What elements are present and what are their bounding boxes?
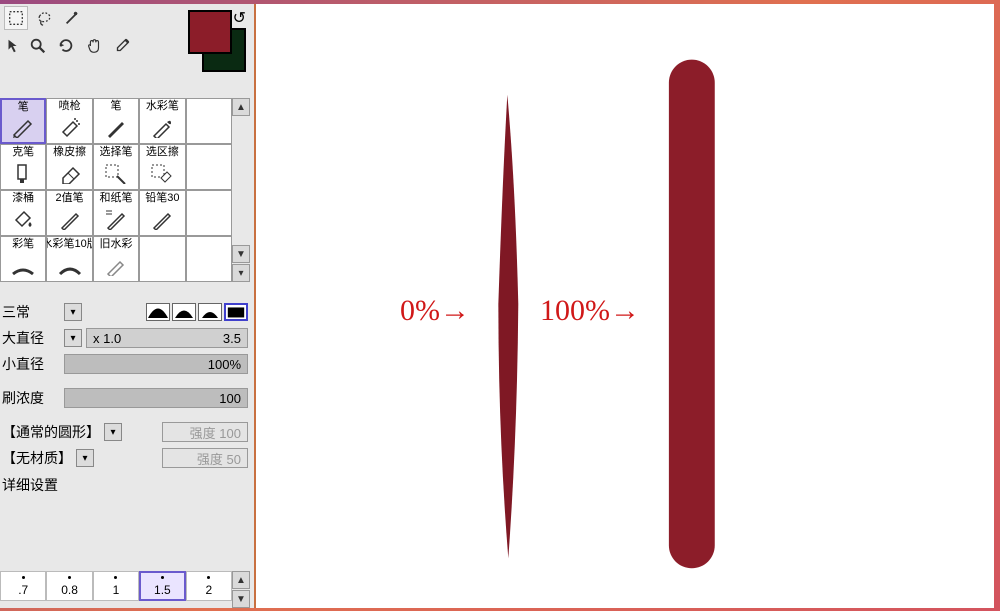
binary-icon [57,204,83,234]
zoom-icon[interactable] [26,34,50,58]
density-slider[interactable]: 100 [64,388,248,408]
colorpen-icon [10,250,36,280]
eyedropper-icon[interactable] [110,34,134,58]
water10-icon [57,250,83,280]
curve-flat-icon[interactable] [224,303,248,321]
marker-icon [10,158,36,188]
curve-mid-icon[interactable] [172,303,196,321]
rotate-icon[interactable] [54,34,78,58]
brush-waterbrush[interactable]: 水彩笔 [139,98,185,144]
shape-label: 【通常的圆形】 [2,422,100,442]
brush-blank [186,98,232,144]
label-0pct: 0%→ [400,294,470,328]
color-swatches[interactable]: ↺ [188,10,242,72]
min-size-slider[interactable]: 100% [64,354,248,374]
brush-blank [139,236,185,282]
spacing-cell[interactable]: .7 [0,571,46,601]
brush-palette: 笔喷枪笔水彩笔克笔橡皮擦选择笔选区擦漆桶2值笔和纸笔铅笔30彩笔水彩笔10版旧水… [0,98,232,282]
arrow-icon[interactable] [4,34,22,58]
curve-hard-icon[interactable] [198,303,222,321]
pencil-icon [10,113,36,141]
brush-blank [186,190,232,236]
brush-airbrush[interactable]: 喷枪 [46,98,92,144]
density-label: 刷浓度 [2,388,60,408]
swap-colors-icon[interactable]: ↺ [233,8,246,28]
magic-wand-icon[interactable] [60,6,84,30]
mode-dropdown[interactable]: ▾ [64,303,82,321]
tool-sidebar: ↺ 笔喷枪笔水彩笔克笔橡皮擦选择笔选区擦漆桶2值笔和纸笔铅笔30彩笔水彩笔10版… [0,4,256,608]
hand-icon[interactable] [82,34,106,58]
brush-bucket[interactable]: 漆桶 [0,190,46,236]
brush-params: 三常 ▾ 大直径 ▾ x 1.0 3.5 小直径 [0,299,250,499]
scroll-menu-button[interactable]: ▾ [232,264,250,282]
max-size-slider[interactable]: x 1.0 3.5 [86,328,248,348]
waterbrush-icon [149,112,175,142]
pen-icon [103,112,129,142]
spacing-cell[interactable]: 1.5 [139,571,185,601]
canvas-area[interactable]: 0%→ 100%→ [256,4,994,608]
brush-colorpen[interactable]: 彩笔 [0,236,46,282]
spacing-cell[interactable]: 1 [93,571,139,601]
brush-seleraser[interactable]: 选区擦 [139,144,185,190]
oldwater-icon [103,250,129,280]
spacing-grid: .70.811.52 [0,571,232,608]
fg-color-swatch[interactable] [188,10,232,54]
spacing-scroll-down[interactable]: ▼ [232,590,250,608]
brush-oldwater[interactable]: 旧水彩 [93,236,139,282]
lasso-icon[interactable] [32,6,56,30]
texture-dropdown[interactable]: ▾ [76,449,94,467]
detail-section-title: 详细设置 [0,471,250,499]
rect-select-icon[interactable] [4,6,28,30]
curve-soft-icon[interactable] [146,303,170,321]
shape-intensity-slider: 强度 100 [162,422,248,442]
min-size-label: 小直径 [2,354,60,374]
selpen-icon [103,158,129,188]
brush-selpen[interactable]: 选择笔 [93,144,139,190]
texture-label: 【无材质】 [2,448,72,468]
scroll-up-button[interactable]: ▲ [232,98,250,116]
brush-blank [186,236,232,282]
brush-binary[interactable]: 2值笔 [46,190,92,236]
brush-eraser[interactable]: 橡皮擦 [46,144,92,190]
texture-intensity-slider: 强度 50 [162,448,248,468]
spacing-cell[interactable]: 2 [186,571,232,601]
brush-water10[interactable]: 水彩笔10版 [46,236,92,282]
brush-blank [186,144,232,190]
brush-pencil30[interactable]: 铅笔30 [139,190,185,236]
brush-pen[interactable]: 笔 [93,98,139,144]
shape-dropdown[interactable]: ▾ [104,423,122,441]
mode-label: 三常 [2,302,60,322]
scroll-down-button[interactable]: ▼ [232,245,250,263]
seleraser-icon [149,158,175,188]
pencil30-icon [149,204,175,234]
edge-curve-picker[interactable] [146,303,248,321]
brush-marker[interactable]: 克笔 [0,144,46,190]
max-size-menu[interactable]: ▾ [64,329,82,347]
bucket-icon [10,204,36,234]
brush-pencil[interactable]: 笔 [0,98,46,144]
max-size-label: 大直径 [2,328,60,348]
label-100pct: 100%→ [540,294,640,328]
spacing-scroll-up[interactable]: ▲ [232,571,250,589]
brush-paperpen[interactable]: 和纸笔 [93,190,139,236]
eraser-icon [57,158,83,188]
paperpen-icon [103,204,129,234]
spacing-cell[interactable]: 0.8 [46,571,92,601]
airbrush-icon [57,112,83,142]
